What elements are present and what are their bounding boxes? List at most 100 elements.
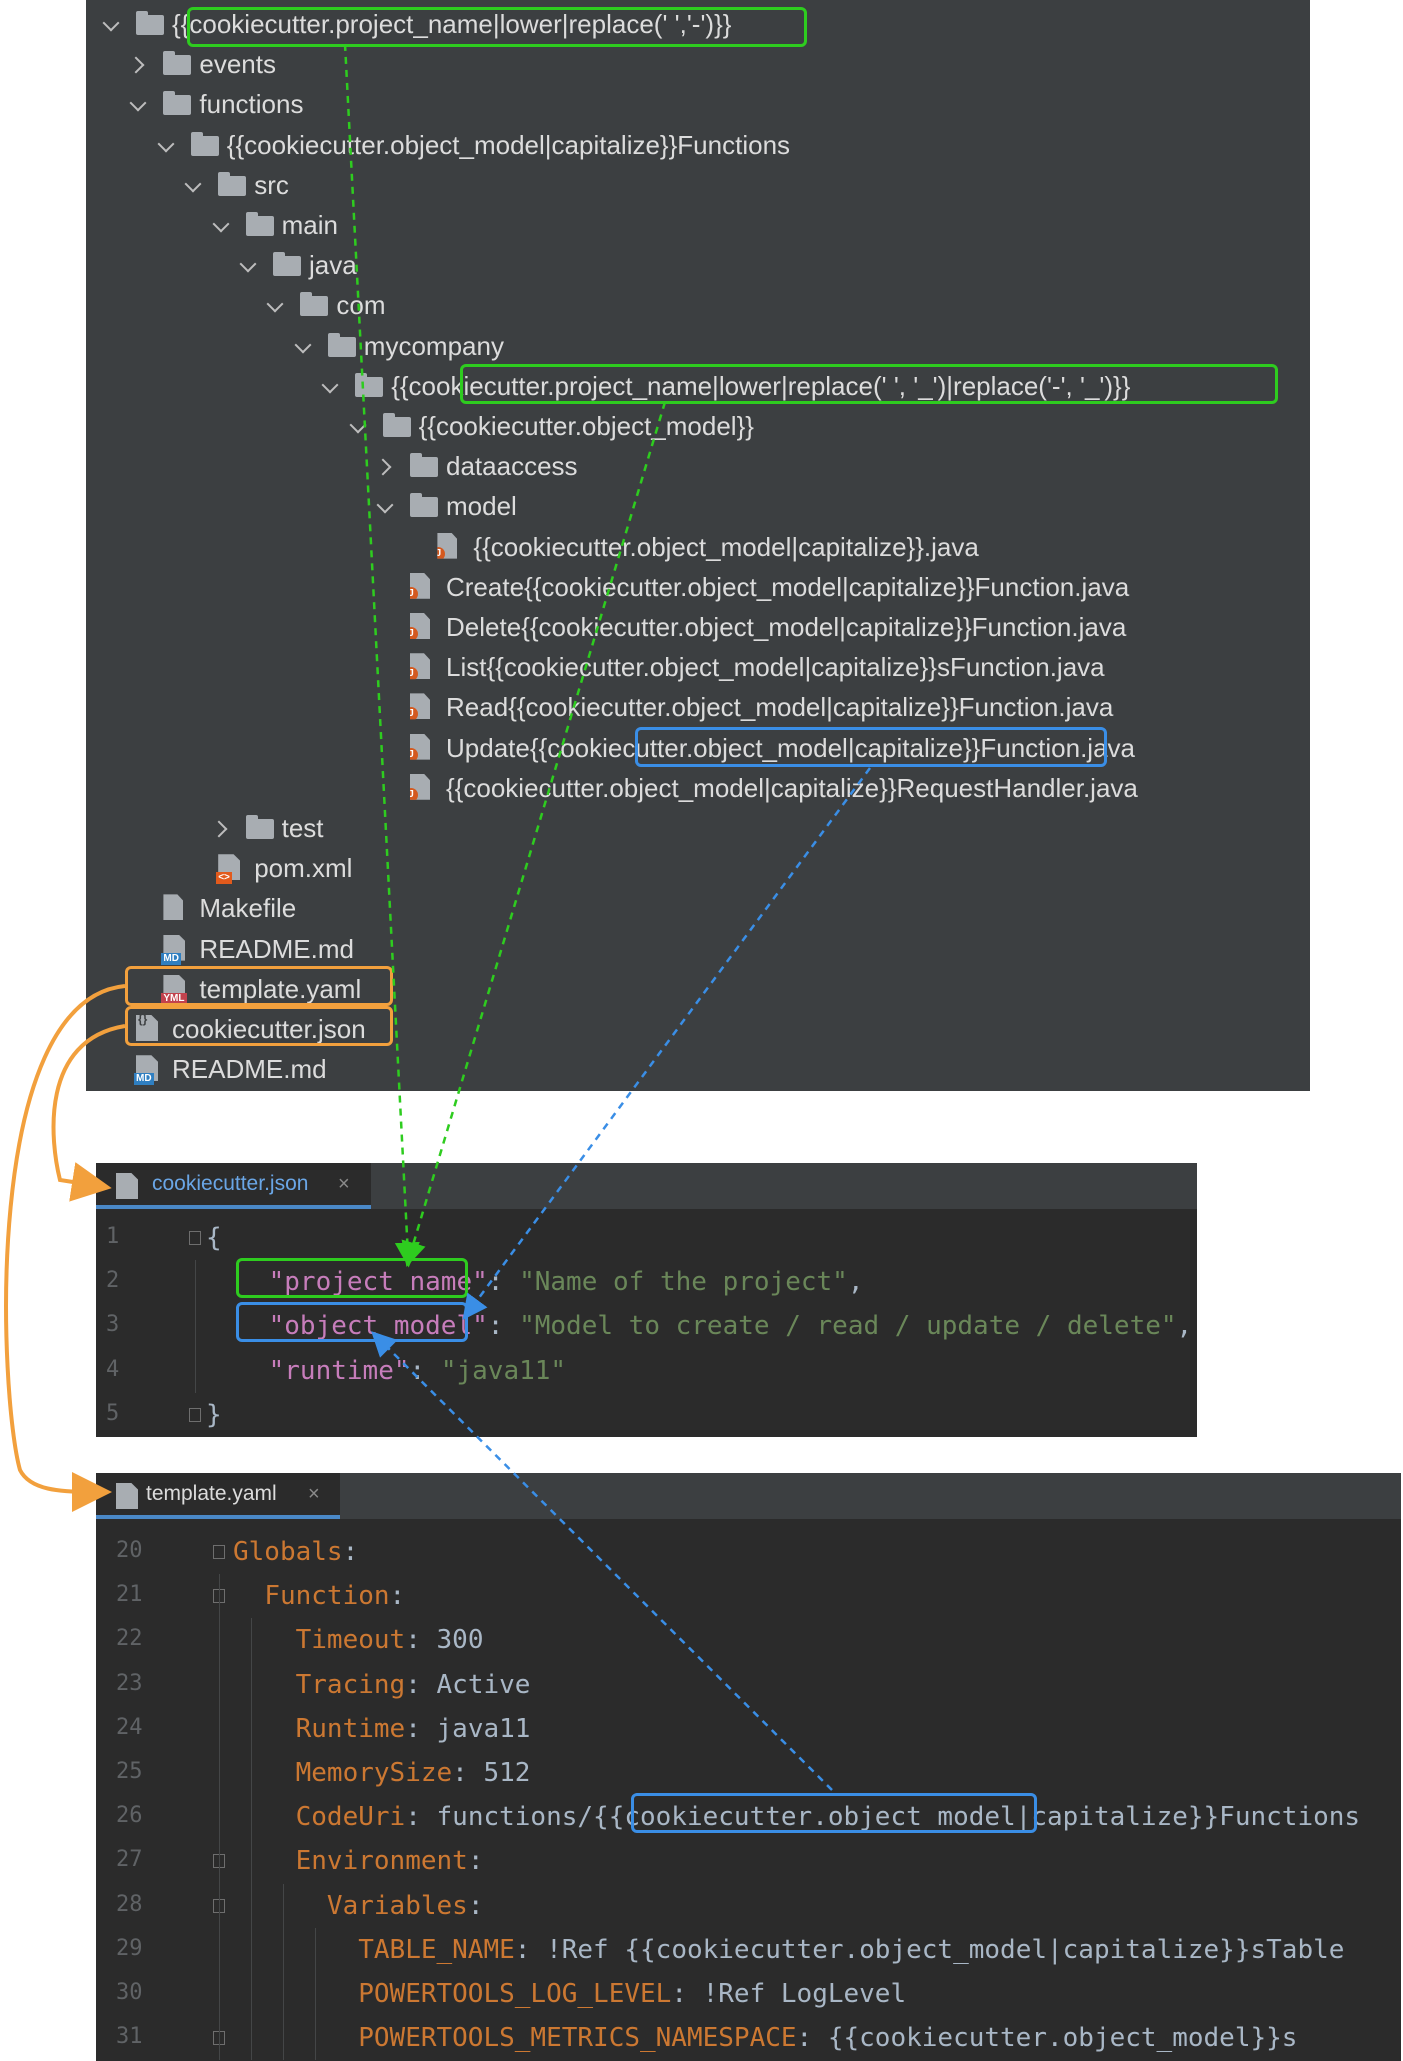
fold-marker-icon[interactable]	[189, 1407, 201, 1422]
highlight-template-yaml	[125, 966, 393, 1006]
code-token: ,	[1176, 1311, 1193, 1342]
chevron-down-icon[interactable]	[349, 406, 369, 446]
tree-item-label: mycompany	[363, 330, 504, 361]
yaml-file-icon	[116, 1483, 138, 1509]
code-token: Globals	[233, 1537, 343, 1567]
tree-item-label: README.md	[172, 1054, 327, 1085]
java-file-icon	[410, 572, 430, 599]
tree-item-label: events	[199, 49, 276, 80]
chevron-down-icon[interactable]	[212, 205, 232, 245]
tree-item-label: Makefile	[199, 893, 297, 924]
code-token: "Name of the project"	[519, 1267, 848, 1298]
line-number: 1	[106, 1224, 120, 1249]
code-token: POWERTOOLS_LOG_LEVEL	[358, 1979, 672, 2009]
folder-icon	[410, 493, 438, 518]
tree-item-label: src	[254, 169, 289, 200]
xml-badge: <>	[216, 872, 232, 885]
chevron-down-icon[interactable]	[184, 165, 204, 205]
indent-guide	[219, 1574, 220, 2061]
chevron-down-icon[interactable]	[376, 486, 396, 526]
chevron-down-icon[interactable]	[129, 84, 149, 124]
line-number: 24	[116, 1714, 143, 1740]
line-number: 31	[116, 2024, 143, 2050]
code-line[interactable]: Environment:	[233, 1839, 484, 1883]
highlight-json-object-model	[236, 1302, 468, 1342]
fold-marker-icon[interactable]	[189, 1231, 201, 1245]
tree-item-label: {{cookiecutter.object_model}}	[418, 411, 754, 441]
tree-item-label: README.md	[199, 933, 354, 964]
chevron-right-icon[interactable]	[129, 44, 149, 84]
code-token: : 512	[452, 1758, 531, 1788]
folder-icon	[163, 91, 192, 116]
code-line[interactable]: Function:	[233, 1574, 405, 1618]
code-token: "Model to create / read / update / delet…	[519, 1311, 1177, 1342]
code-line[interactable]: Variables:	[233, 1884, 484, 1928]
code-token: : Active	[405, 1669, 531, 1700]
tab-template-yaml[interactable]: template.yaml ×	[96, 1473, 340, 1519]
line-number: 3	[106, 1312, 120, 1338]
chevron-down-icon[interactable]	[321, 366, 341, 406]
highlight-project-name-folder	[187, 7, 807, 47]
fold-marker-icon[interactable]	[213, 1545, 225, 1559]
tab-label: cookiecutter.json	[152, 1172, 309, 1195]
code-token: "runtime"	[268, 1355, 410, 1386]
chevron-down-icon[interactable]	[157, 125, 177, 165]
code-token: MemorySize	[295, 1758, 453, 1788]
code-line[interactable]: POWERTOOLS_METRICS_NAMESPACE: {{cookiecu…	[233, 2016, 1297, 2060]
code-line[interactable]: MemorySize: 512	[233, 1751, 531, 1795]
close-icon[interactable]: ×	[338, 1163, 350, 1205]
md-badge: MD	[161, 952, 181, 965]
java-file-icon	[410, 693, 430, 720]
code-token: :	[487, 1267, 520, 1298]
java-file-icon	[437, 532, 458, 559]
code-token: : !Ref {{cookiecutter.object_model|capit…	[514, 1934, 1345, 1965]
chevron-down-icon[interactable]	[294, 326, 314, 366]
chevron-right-icon[interactable]	[212, 808, 232, 848]
tree-item-label: Read{{cookiecutter.object_model|capitali…	[446, 692, 1114, 723]
chevron-down-icon[interactable]	[102, 4, 122, 44]
tree-item-label: Delete{{cookiecutter.object_model|capita…	[446, 612, 1127, 642]
code-token: :	[409, 1355, 441, 1386]
close-icon[interactable]: ×	[308, 1473, 320, 1515]
code-line[interactable]: POWERTOOLS_LOG_LEVEL: !Ref LogLevel	[233, 1972, 906, 2016]
code-line[interactable]: Globals:	[233, 1530, 358, 1574]
code-line[interactable]: Runtime: java11	[233, 1707, 531, 1751]
chevron-down-icon[interactable]	[239, 245, 259, 285]
json-editor: cookiecutter.json × 1{2 "project_name": …	[96, 1163, 1197, 1437]
line-number: 4	[106, 1356, 120, 1382]
tree-item-label: Create{{cookiecutter.object_model|capita…	[446, 571, 1130, 602]
folder-icon	[163, 51, 192, 76]
tab-label: template.yaml	[146, 1482, 277, 1505]
md-badge: MD	[134, 1073, 154, 1086]
code-line[interactable]: Tracing: Active	[233, 1663, 531, 1707]
tree-item-label: {{cookiecutter.object_model|capitalize}}…	[446, 772, 1138, 803]
chevron-down-icon[interactable]	[266, 285, 286, 325]
highlight-cookiecutter-json	[125, 1006, 393, 1046]
code-token: : !Ref LogLevel	[671, 1979, 907, 2009]
tree-item-label: java	[309, 250, 357, 281]
chevron-right-icon[interactable]	[376, 446, 396, 486]
project-tree: {{cookiecutter.project_name|lower|replac…	[86, 0, 1310, 1091]
tree-item-label: com	[336, 290, 386, 321]
code-line[interactable]: {	[206, 1216, 222, 1260]
highlight-object-model-filename	[635, 727, 1107, 767]
code-line[interactable]: }	[206, 1393, 222, 1437]
tab-cookiecutter-json[interactable]: cookiecutter.json ×	[96, 1163, 371, 1209]
code-line[interactable]: Timeout: 300	[233, 1618, 484, 1662]
code-line[interactable]: TABLE_NAME: !Ref {{cookiecutter.object_m…	[233, 1928, 1344, 1972]
code-token: CodeUri	[295, 1802, 406, 1833]
code-line[interactable]: "runtime": "java11"	[206, 1349, 566, 1393]
yaml-editor: template.yaml × 20 Globals: 21 Function: 22…	[96, 1473, 1401, 2061]
code-token: "java11"	[440, 1355, 567, 1386]
indent-guide	[251, 1618, 252, 2061]
folder-icon	[327, 332, 356, 357]
yaml-tab-bar: template.yaml ×	[96, 1473, 1401, 1519]
line-number: 30	[116, 1980, 143, 2005]
line-number: 27	[116, 1847, 143, 1873]
code-token: :	[467, 1890, 484, 1921]
